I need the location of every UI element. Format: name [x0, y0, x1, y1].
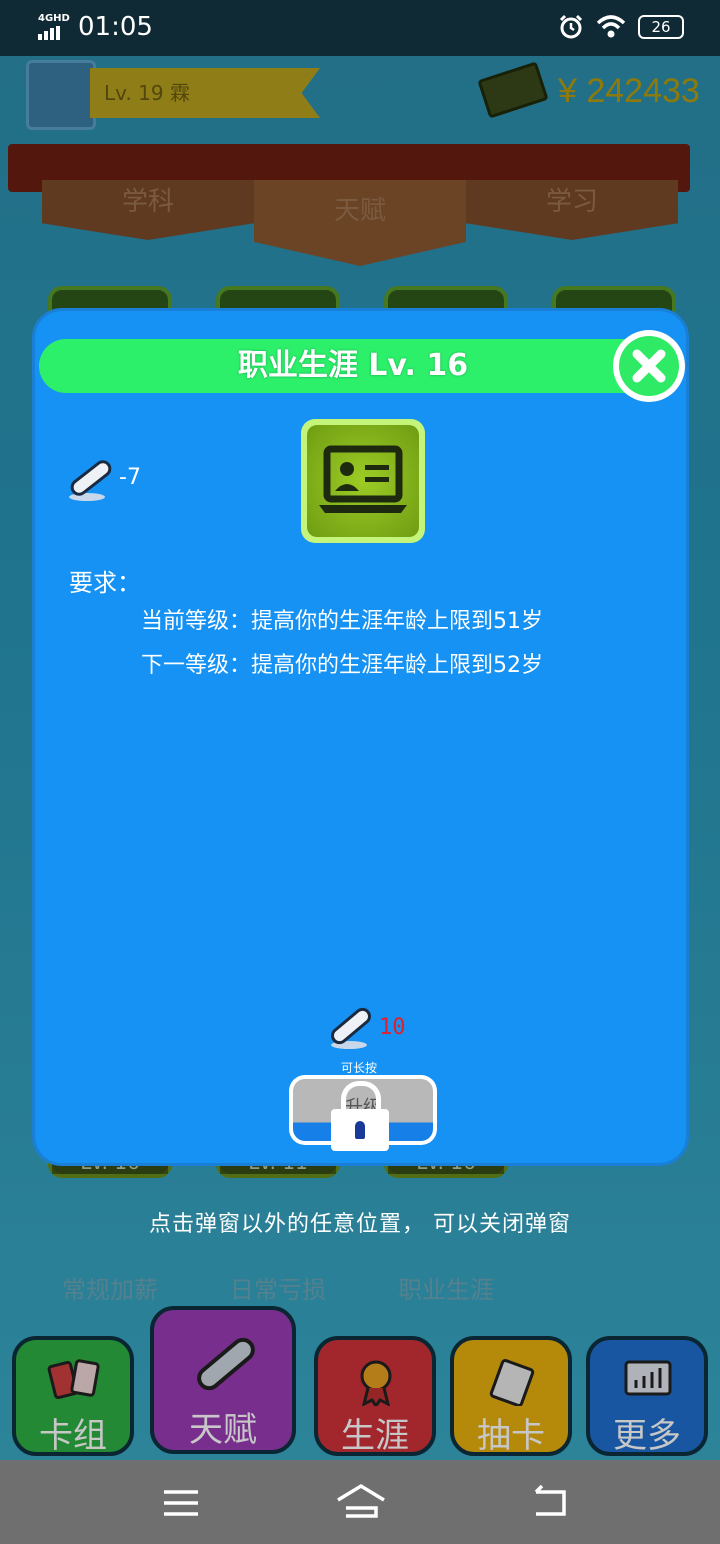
requirements-label: 要求： — [69, 569, 141, 597]
close-hint: 点击弹窗以外的任意位置， 可以关闭弹窗 — [149, 1212, 571, 1237]
lock-icon — [331, 1081, 389, 1151]
network-type: 4GHD — [38, 13, 70, 24]
signal-bars-icon — [38, 26, 70, 40]
current-level-effect: 当前等级：提高你的生涯年龄上限到51岁 — [141, 609, 543, 634]
career-talent-icon — [301, 419, 425, 543]
laptop-profile-icon — [319, 445, 407, 513]
battery-indicator: 26 — [638, 15, 684, 39]
next-level-effect: 下一等级：提高你的生涯年龄上限到52岁 — [141, 653, 543, 678]
signal-indicator: 4GHD — [38, 14, 70, 40]
alarm-icon — [559, 14, 583, 39]
close-button[interactable] — [613, 330, 685, 402]
talent-detail-modal: 职业生涯 Lv. 16 -7 要求： 当前等级：提高你的生涯年龄上限到51岁 下… — [32, 308, 689, 1166]
talent-cost: -7 — [119, 465, 141, 490]
home-icon[interactable] — [334, 1478, 388, 1528]
status-bar: 4GHD 01:05 26 — [0, 0, 720, 56]
scroll-icon — [331, 1007, 371, 1049]
wifi-icon — [596, 15, 626, 38]
long-press-label: 可长按 — [341, 1061, 378, 1075]
menu-icon[interactable] — [156, 1478, 206, 1528]
scroll-count: 10 — [379, 1015, 406, 1040]
system-navigation-bar — [0, 1460, 720, 1544]
close-icon — [632, 349, 666, 383]
scroll-icon — [69, 460, 112, 501]
clock: 01:05 — [78, 12, 153, 42]
modal-title: 职业生涯 Lv. 16 — [39, 339, 667, 393]
back-icon[interactable] — [526, 1478, 576, 1528]
